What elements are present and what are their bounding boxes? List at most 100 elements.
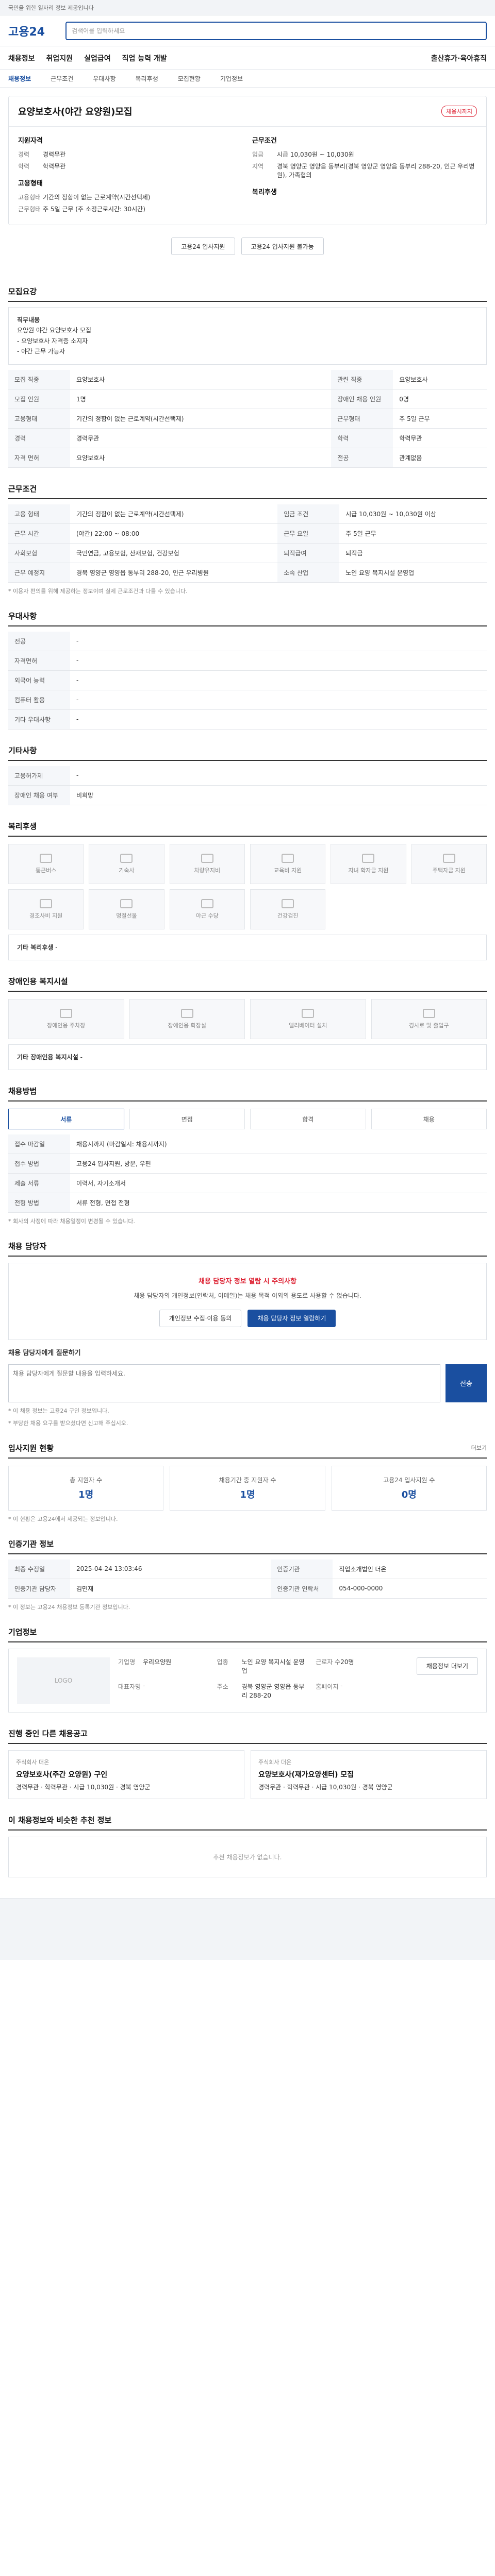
section-header: 장애인용 복지시설	[8, 976, 487, 992]
disability-etc-label: 기타 장애인용 복지시설	[17, 1053, 78, 1061]
deadline-badge: 채용시까지	[441, 106, 477, 117]
registry-note: * 이 정보는 고용24 채용정보 등록기관 정보입니다.	[8, 1603, 130, 1611]
benefit-icon	[40, 853, 53, 863]
gnb-item[interactable]: 직업 능력 개발	[122, 53, 167, 63]
summary-value: 기간의 정함이 없는 근로계약(시간선택제)	[43, 194, 151, 201]
contact-text: 채용 담당자의 개인정보(연락처, 이메일)는 채용 목적 이외의 용도로 사용…	[134, 1292, 361, 1300]
contact-buttons: 개인정보 수집·이용 동의 채용 담당자 정보 열람하기	[17, 1301, 478, 1327]
company-field-key: 대표자명	[118, 1683, 141, 1690]
table-header-cell: 소속 산업	[277, 563, 340, 583]
table-header-cell: 전형 방법	[8, 1193, 70, 1213]
registry-table-body: 최종 수정일 2025-04-24 13:03:46 인증기관 직업소개법인 더온 인증…	[8, 1559, 487, 1599]
section-title: 채용 담당자	[8, 1242, 47, 1251]
apply-stat-section: 입사지원 현황 더보기 총 지원자 수 1명 채용기간 중 지원자 수 1명 고용24…	[8, 1443, 487, 1523]
gnb-item[interactable]: 취업지원	[46, 53, 73, 63]
process-step: 채용	[371, 1109, 487, 1130]
section-header: 진행 중인 다른 채용공고	[8, 1728, 487, 1744]
benefit-label: 장애인용 주차장	[47, 1022, 86, 1029]
summary-row: 근무형태 주 5일 근무 (주 소정근로시간: 30시간)	[18, 205, 243, 213]
benefit-icon	[120, 899, 133, 908]
recruit-section: 모집요강 직무내용 요양원 야간 요양보호사 모집 - 요양보호사 자격증 소지…	[8, 286, 487, 468]
site-logo[interactable]: 고용24	[8, 23, 45, 39]
table-header-cell: 장애인 채용 인원	[331, 389, 393, 409]
summary-value: 경북 영양군 영양읍 동부리(경북 영양군 영양읍 동부리 288-20, 인근…	[277, 163, 475, 179]
stat-card: 고용24 입사지원 수 0명	[331, 1465, 487, 1511]
benefit-icon	[302, 1008, 315, 1018]
tab-status[interactable]: 모집현황	[178, 74, 201, 83]
etc-table: 고용허가제 - 장애인 채용 여부 비희망	[8, 766, 487, 805]
benefit-icon	[282, 899, 294, 908]
gnb-item[interactable]: 채용정보	[8, 53, 35, 63]
tab-company[interactable]: 기업정보	[220, 74, 243, 83]
apply-disabled-button[interactable]: 고용24 입사지원 불가능	[241, 238, 324, 255]
table-row: 전형 방법 서류 전형, 면접 전형	[8, 1193, 487, 1213]
table-cell: 2025-04-24 13:03:46	[70, 1559, 271, 1579]
table-cell: -	[70, 709, 487, 730]
contact-section: 채용 담당자 채용 담당자 정보 열람 시 주의사항 채용 담당자의 개인정보(…	[8, 1241, 487, 1427]
apply-buttons: 고용24 입사지원 고용24 입사지원 불가능	[8, 225, 487, 270]
duty-box: 직무내용 요양원 야간 요양보호사 모집 - 요양보호사 자격증 소지자 - 야…	[8, 307, 487, 365]
company-jobs-button[interactable]: 채용정보 더보기	[416, 1657, 478, 1675]
table-cell: 기간의 정함이 없는 근로계약(시간선택제)	[70, 504, 278, 524]
related-section: 진행 중인 다른 채용공고 주식회사 더온 요양보호사(주간 요양원) 구인 경력무…	[8, 1728, 487, 1799]
tab-welfare[interactable]: 복리후생	[136, 74, 158, 83]
site-header: 고용24 검색어를 입력하세요	[0, 15, 495, 46]
global-nav: 채용정보 취업지원 실업급여 직업 능력 개발 출산휴가·육아휴직	[0, 46, 495, 70]
table-cell: 경북 영양군 영양읍 동부리 288-20, 인근 우리병원	[70, 563, 278, 583]
section-title: 장애인용 복지시설	[8, 976, 68, 986]
apply-stat-note: * 이 현황은 고용24에서 제공되는 정보입니다.	[8, 1515, 118, 1522]
tab-recruit[interactable]: 채용정보	[8, 74, 31, 83]
preference-section: 우대사항 전공 - 자격면허 - 외국어 능력 - 컴퓨터 활용 - 기타 우대사항 -	[8, 611, 487, 730]
table-cell: 비희망	[70, 785, 487, 805]
search-input[interactable]: 검색어를 입력하세요	[65, 21, 487, 40]
table-header-cell: 인증기관	[271, 1559, 333, 1579]
job-card-title[interactable]: 요양보호사(주간 요양원) 구인	[16, 1769, 237, 1780]
qa-send-button[interactable]: 전송	[446, 1364, 487, 1402]
tab-preference[interactable]: 우대사항	[93, 74, 116, 83]
consent-button[interactable]: 개인정보 수집·이용 동의	[159, 1309, 242, 1327]
table-header-cell: 모집 직종	[8, 369, 70, 389]
apply-button[interactable]: 고용24 입사지원	[171, 238, 235, 255]
more-link[interactable]: 더보기	[471, 1444, 487, 1452]
gnb-item[interactable]: 실업급여	[84, 53, 111, 63]
company-field-value: 노인 요양 복지시설 운영업	[241, 1658, 305, 1674]
summary-value: 시급 10,030원 ~ 10,030원	[277, 151, 354, 158]
apply-stats: 총 지원자 수 1명 채용기간 중 지원자 수 1명 고용24 입사지원 수 0명	[8, 1465, 487, 1511]
gnb-item-right[interactable]: 출산휴가·육아휴직	[431, 53, 487, 63]
qa-input[interactable]	[8, 1364, 440, 1402]
table-cell: 요양보호사	[70, 369, 332, 389]
section-title: 인증기관 정보	[8, 1539, 54, 1549]
stat-label: 고용24 입사지원 수	[383, 1476, 435, 1484]
related-job-card[interactable]: 주식회사 더온 요양보호사(주간 요양원) 구인 경력무관 · 학력무관 · 시급 …	[8, 1750, 244, 1799]
summary-row: 지역 경북 영양군 영양읍 동부리(경북 영양군 영양읍 동부리 288-20, …	[252, 162, 477, 179]
preference-table: 전공 - 자격면허 - 외국어 능력 - 컴퓨터 활용 - 기타 우대사항 -	[8, 631, 487, 730]
registry-table: 최종 수정일 2025-04-24 13:03:46 인증기관 직업소개법인 더온 인증…	[8, 1559, 487, 1599]
duty-text: 요양원 야간 요양보호사 모집 - 요양보호사 자격증 소지자 - 야간 근무 …	[17, 327, 91, 355]
table-row: 제출 서류 이력서, 자기소개서	[8, 1173, 487, 1194]
section-title: 기업정보	[8, 1627, 37, 1637]
table-header-cell: 근무 요일	[277, 523, 340, 544]
benefit-item: 야근 수당	[169, 889, 245, 929]
welfare-etc-value: -	[55, 943, 58, 951]
section-header: 채용 담당자	[8, 1241, 487, 1257]
view-contact-button[interactable]: 채용 담당자 정보 열람하기	[248, 1309, 336, 1327]
stat-value: 1명	[78, 1489, 94, 1500]
section-header: 복리후생	[8, 821, 487, 837]
company-field-key: 주소	[217, 1683, 228, 1690]
recruit-table: 모집 직종 요양보호사 관련 직종 요양보호사 모집 인원 1명 장애인 채용 인원 0명 고용…	[8, 369, 487, 468]
site-footer	[0, 1897, 495, 1960]
stat-card: 총 지원자 수 1명	[8, 1465, 164, 1511]
tab-conditions[interactable]: 근무조건	[51, 74, 73, 83]
job-card-title[interactable]: 요양보호사(재가요양센터) 모집	[258, 1769, 479, 1780]
table-header-cell: 사회보험	[8, 543, 70, 563]
related-jobs: 주식회사 더온 요양보호사(주간 요양원) 구인 경력무관 · 학력무관 · 시급 …	[8, 1750, 487, 1799]
table-cell: 0명	[393, 389, 487, 409]
table-row: 고용 형태 기간의 정함이 없는 근로계약(시간선택제) 임금 조건 시급 10,03…	[8, 504, 487, 524]
disability-etc: 기타 장애인용 복지시설 -	[8, 1044, 487, 1071]
table-row: 고용허가제 -	[8, 766, 487, 786]
related-job-card[interactable]: 주식회사 더온 요양보호사(재가요양센터) 모집 경력무관 · 학력무관 · 시급 …	[251, 1750, 487, 1799]
company-field-value: 경북 영양군 영양읍 동부리 288-20	[241, 1683, 305, 1699]
table-header-cell: 학력	[331, 428, 393, 448]
table-header-cell: 자격면허	[8, 651, 70, 671]
section-header: 채용방법	[8, 1086, 487, 1102]
